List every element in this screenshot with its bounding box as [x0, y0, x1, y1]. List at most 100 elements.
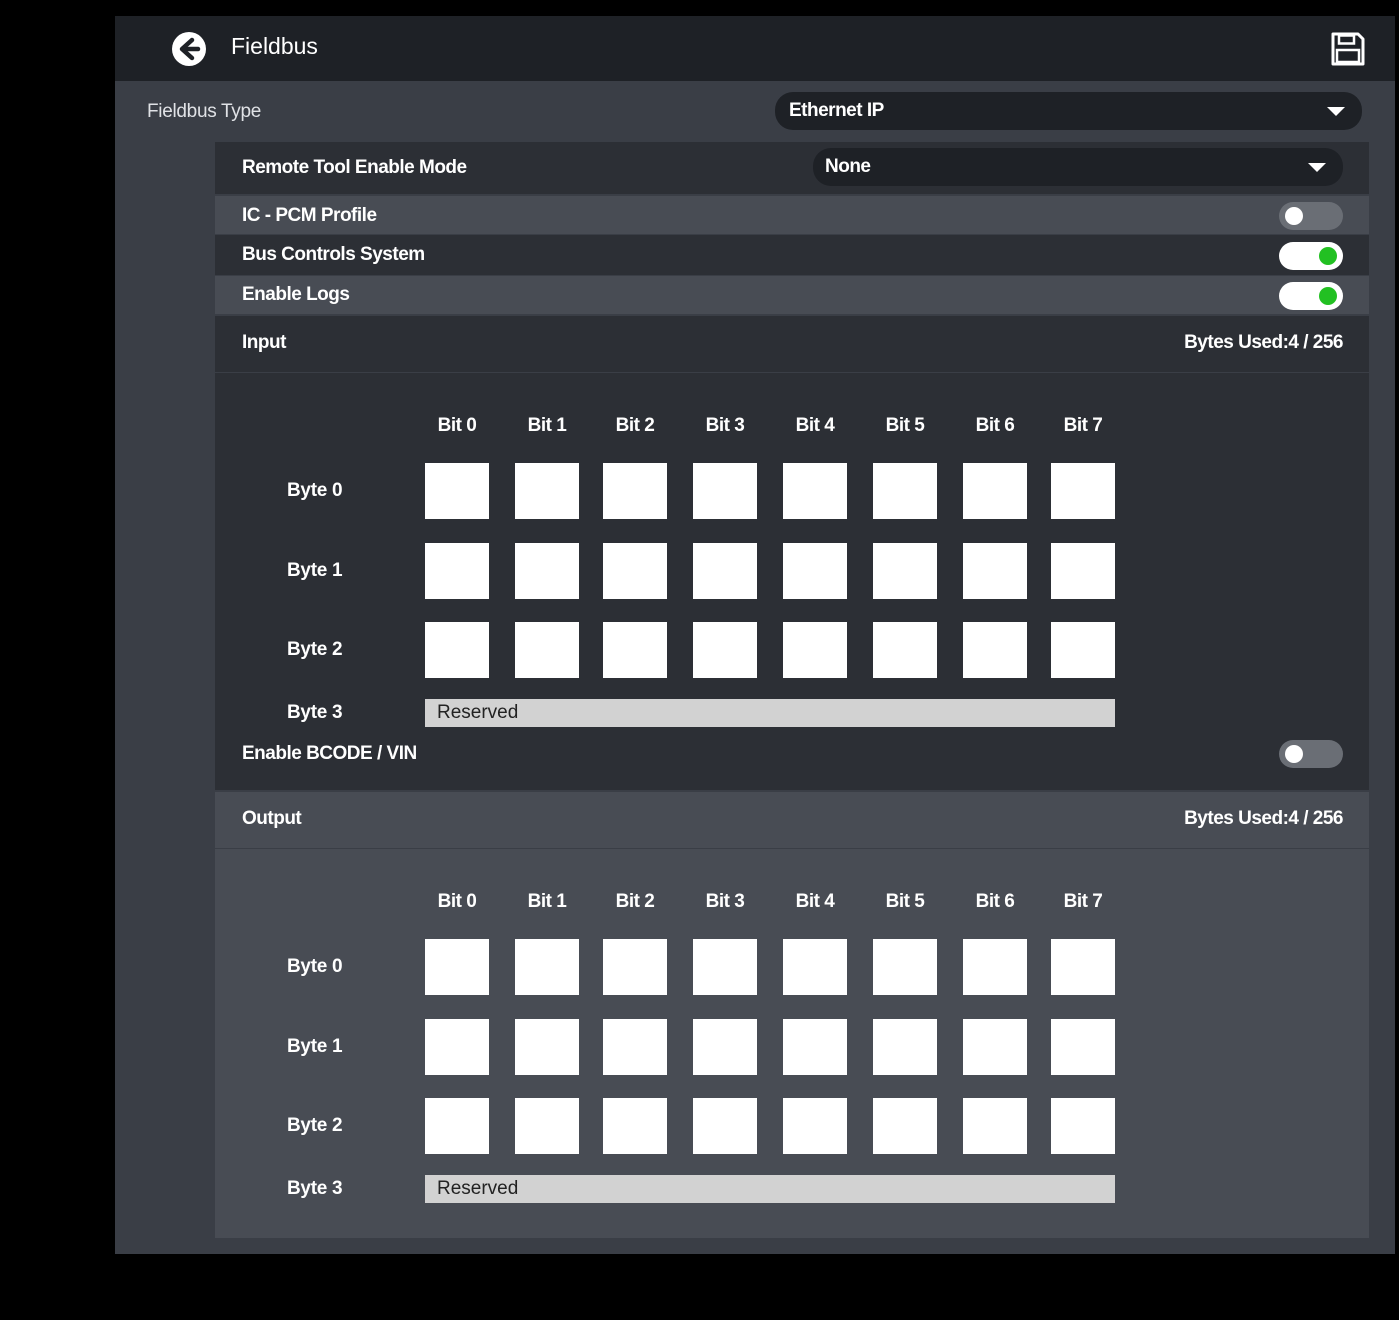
byte-row-label: Byte 2 [287, 1115, 343, 1136]
bit-cell[interactable] [873, 1019, 937, 1075]
bit-cell[interactable] [515, 622, 579, 678]
bit-cell[interactable] [515, 463, 579, 519]
output-title: Output [242, 808, 302, 829]
bit-cell[interactable] [515, 1019, 579, 1075]
bit-cell[interactable] [873, 1098, 937, 1154]
bit-cell[interactable] [783, 622, 847, 678]
ic-pcm-label: IC - PCM Profile [242, 205, 377, 226]
bit-column-label: Bit 1 [527, 891, 567, 912]
output-section [215, 792, 1369, 1238]
ic-pcm-row [215, 196, 1369, 234]
remote-tool-select[interactable]: None [813, 148, 1343, 186]
bit-column-label: Bit 5 [885, 415, 925, 436]
bit-cell[interactable] [783, 1098, 847, 1154]
bit-cell[interactable] [515, 939, 579, 995]
bit-cell[interactable] [603, 543, 667, 599]
bit-cell[interactable] [425, 463, 489, 519]
enable-logs-label: Enable Logs [242, 284, 350, 305]
toggle-knob [1285, 207, 1303, 225]
bit-cell[interactable] [693, 1098, 757, 1154]
bit-column-label: Bit 5 [885, 891, 925, 912]
remote-tool-value: None [825, 156, 871, 177]
bit-cell[interactable] [603, 463, 667, 519]
bit-cell[interactable] [603, 1019, 667, 1075]
bit-cell[interactable] [425, 622, 489, 678]
bit-cell[interactable] [1051, 1098, 1115, 1154]
output-bytes-used: Bytes Used:4 / 256 [1184, 808, 1343, 829]
reserved-byte-bar: Reserved [425, 1175, 1115, 1203]
chevron-down-icon [1327, 107, 1345, 116]
divider [215, 372, 1369, 373]
bit-cell[interactable] [873, 463, 937, 519]
bit-cell[interactable] [1051, 543, 1115, 599]
remote-tool-label: Remote Tool Enable Mode [242, 157, 467, 178]
bit-column-label: Bit 0 [437, 891, 477, 912]
bit-column-label: Bit 4 [795, 415, 835, 436]
enable-bcode-toggle[interactable] [1279, 740, 1343, 768]
bit-column-label: Bit 3 [705, 415, 745, 436]
bit-column-label: Bit 7 [1063, 415, 1103, 436]
ic-pcm-toggle[interactable] [1279, 202, 1343, 230]
bus-controls-label: Bus Controls System [242, 244, 425, 265]
bit-column-label: Bit 0 [437, 415, 477, 436]
divider [215, 848, 1369, 849]
reserved-byte-bar: Reserved [425, 699, 1115, 727]
byte-row-label: Byte 0 [287, 480, 343, 501]
input-title: Input [242, 332, 286, 353]
bit-cell[interactable] [603, 622, 667, 678]
byte-row-label: Byte 1 [287, 560, 343, 581]
input-bytes-used: Bytes Used:4 / 256 [1184, 332, 1343, 353]
byte-row-label: Byte 3 [287, 1178, 343, 1199]
toggle-knob [1285, 745, 1303, 763]
bit-cell[interactable] [873, 622, 937, 678]
bit-column-label: Bit 2 [615, 415, 655, 436]
save-icon[interactable] [1330, 31, 1366, 67]
bit-cell[interactable] [1051, 1019, 1115, 1075]
bit-column-label: Bit 3 [705, 891, 745, 912]
bit-cell[interactable] [783, 1019, 847, 1075]
fieldbus-type-select[interactable]: Ethernet IP [775, 92, 1362, 130]
fieldbus-type-label: Fieldbus Type [147, 101, 262, 122]
bit-cell[interactable] [873, 543, 937, 599]
bit-cell[interactable] [693, 622, 757, 678]
bit-cell[interactable] [693, 463, 757, 519]
bit-cell[interactable] [1051, 463, 1115, 519]
bit-column-label: Bit 6 [975, 415, 1015, 436]
bit-cell[interactable] [1051, 622, 1115, 678]
bit-cell[interactable] [783, 463, 847, 519]
bit-cell[interactable] [425, 543, 489, 599]
bit-cell[interactable] [873, 939, 937, 995]
byte-row-label: Byte 1 [287, 1036, 343, 1057]
bit-cell[interactable] [963, 1019, 1027, 1075]
bit-cell[interactable] [425, 939, 489, 995]
enable-bcode-label: Enable BCODE / VIN [242, 743, 417, 764]
bit-cell[interactable] [603, 939, 667, 995]
bus-controls-toggle[interactable] [1279, 242, 1343, 270]
bit-cell[interactable] [693, 543, 757, 599]
bit-cell[interactable] [603, 1098, 667, 1154]
bit-cell[interactable] [515, 1098, 579, 1154]
bit-cell[interactable] [783, 543, 847, 599]
bit-cell[interactable] [1051, 939, 1115, 995]
bit-column-label: Bit 6 [975, 891, 1015, 912]
bit-cell[interactable] [693, 939, 757, 995]
toggle-knob [1319, 247, 1337, 265]
bit-cell[interactable] [963, 543, 1027, 599]
bit-cell[interactable] [963, 463, 1027, 519]
back-icon[interactable] [170, 30, 208, 68]
bit-cell[interactable] [963, 1098, 1027, 1154]
byte-row-label: Byte 2 [287, 639, 343, 660]
bit-cell[interactable] [515, 543, 579, 599]
bit-cell[interactable] [963, 622, 1027, 678]
bit-cell[interactable] [693, 1019, 757, 1075]
bit-cell[interactable] [425, 1098, 489, 1154]
byte-row-label: Byte 0 [287, 956, 343, 977]
bit-cell[interactable] [963, 939, 1027, 995]
bit-cell[interactable] [783, 939, 847, 995]
fieldbus-type-value: Ethernet IP [789, 100, 884, 121]
bit-column-label: Bit 7 [1063, 891, 1103, 912]
bit-cell[interactable] [425, 1019, 489, 1075]
bit-column-label: Bit 1 [527, 415, 567, 436]
enable-logs-toggle[interactable] [1279, 282, 1343, 310]
enable-logs-row [215, 276, 1369, 314]
